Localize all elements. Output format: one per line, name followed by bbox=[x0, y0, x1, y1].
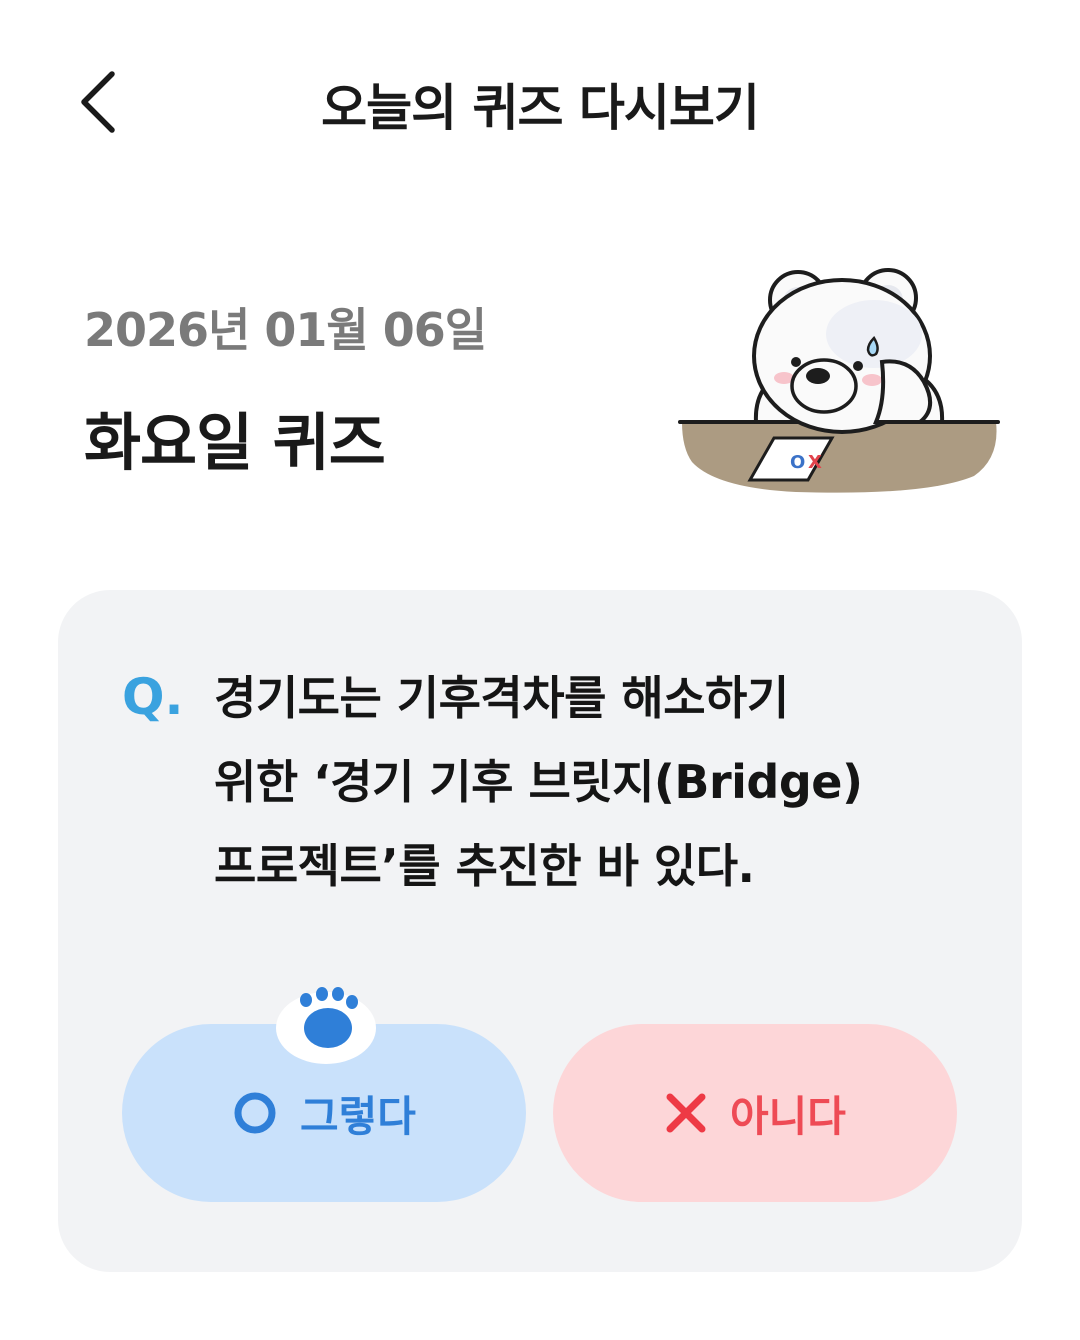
circle-o-icon bbox=[234, 1092, 276, 1134]
answer-no-button[interactable]: 아니다 bbox=[553, 1024, 957, 1202]
quiz-date: 2026년 01월 06일 bbox=[84, 303, 487, 357]
question-line: 프로젝트’를 추진한 바 있다. bbox=[214, 839, 755, 893]
question-text: 경기도는 기후격차를 해소하기 위한 ‘경기 기후 브릿지(Bridge) 프로… bbox=[214, 656, 974, 908]
question-line: 경기도는 기후격차를 해소하기 bbox=[214, 671, 789, 725]
answer-yes-label: 그렇다 bbox=[300, 1091, 416, 1141]
cross-x-icon bbox=[666, 1093, 706, 1133]
answer-no-label: 아니다 bbox=[730, 1091, 846, 1141]
page-title: 오늘의 퀴즈 다시보기 bbox=[321, 79, 760, 137]
paper-o-mark: O bbox=[790, 452, 805, 473]
question-line: 위한 ‘경기 기후 브릿지(Bridge) bbox=[214, 755, 863, 809]
question-marker: Q. bbox=[122, 668, 184, 726]
paw-icon bbox=[276, 987, 376, 1064]
paper-x-mark: X bbox=[808, 452, 822, 473]
header: 오늘의 퀴즈 다시보기 bbox=[0, 0, 1080, 200]
quiz-day-title: 화요일 퀴즈 bbox=[84, 406, 386, 479]
polar-bear-illustration: O X bbox=[678, 268, 1000, 493]
